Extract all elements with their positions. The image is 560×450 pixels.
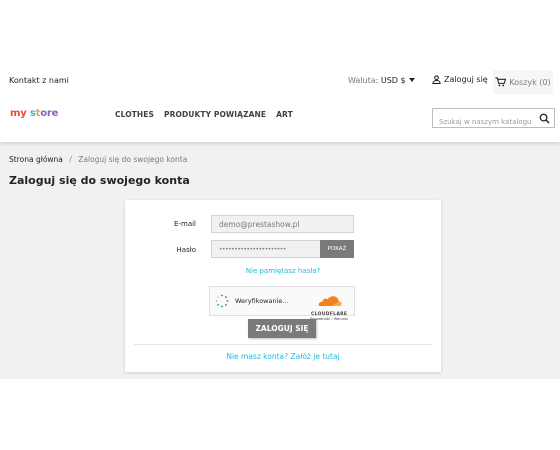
sign-in-link[interactable]: Zaloguj się <box>432 75 488 84</box>
sign-in-label: Zaloguj się <box>444 75 488 84</box>
breadcrumb-home[interactable]: Strona główna <box>9 155 63 164</box>
password-label: Hasło <box>176 246 196 254</box>
search-input[interactable] <box>433 113 538 131</box>
cart-button[interactable]: Koszyk (0) <box>493 70 553 94</box>
spinner-icon <box>215 294 229 308</box>
divider <box>134 344 432 345</box>
store-logo[interactable]: my store <box>10 108 58 119</box>
top-nav-bar: Kontakt z nami Waluta: USD $ Zaloguj się… <box>0 70 560 94</box>
show-password-button[interactable]: POKAŻ <box>320 240 354 258</box>
cloud-icon <box>318 296 342 306</box>
currency-value: USD $ <box>380 76 406 85</box>
main-content: Strona główna / Zaloguj się do swojego k… <box>0 142 560 379</box>
currency-label: Waluta: <box>348 76 379 85</box>
breadcrumb-current[interactable]: Zaloguj się do swojego konta <box>78 155 187 164</box>
cloudflare-logo: CLOUDFLARE Prywatność / Warunki <box>310 292 348 321</box>
menu-item-art[interactable]: ART <box>276 110 293 119</box>
search-icon[interactable] <box>539 113 550 124</box>
breadcrumb-separator: / <box>69 155 72 164</box>
breadcrumb: Strona główna / Zaloguj się do swojego k… <box>9 155 187 164</box>
email-field[interactable] <box>211 215 354 233</box>
contact-link[interactable]: Kontakt z nami <box>9 76 69 85</box>
login-form: E-mail Hasło POKAŻ Nie pamiętasz hasła? … <box>125 200 441 372</box>
email-label: E-mail <box>174 220 196 228</box>
cart-icon <box>495 77 507 87</box>
password-field[interactable] <box>211 240 321 258</box>
page-title: Zaloguj się do swojego konta <box>9 174 190 187</box>
menu-item-related-products[interactable]: PRODUKTY POWIĄZANE <box>164 110 266 119</box>
search-box <box>432 108 555 131</box>
main-menu: CLOTHES PRODUKTY POWIĄZANE ART <box>115 110 293 119</box>
menu-item-clothes[interactable]: CLOTHES <box>115 110 154 119</box>
caret-down-icon <box>408 78 415 82</box>
register-link[interactable]: Nie masz konta? Załóż je tutaj <box>125 352 441 361</box>
captcha-status: Weryfikowanie... <box>235 297 289 305</box>
forgot-password-link[interactable]: Nie pamiętasz hasła? <box>125 267 441 275</box>
login-submit-button[interactable]: ZALOGUJ SIĘ <box>248 319 316 338</box>
currency-selector[interactable]: Waluta: USD $ <box>348 76 415 85</box>
captcha-widget[interactable]: Weryfikowanie... CLOUDFLARE Prywatność /… <box>209 286 355 321</box>
cart-label: Koszyk (0) <box>509 77 551 87</box>
user-icon <box>432 75 441 84</box>
